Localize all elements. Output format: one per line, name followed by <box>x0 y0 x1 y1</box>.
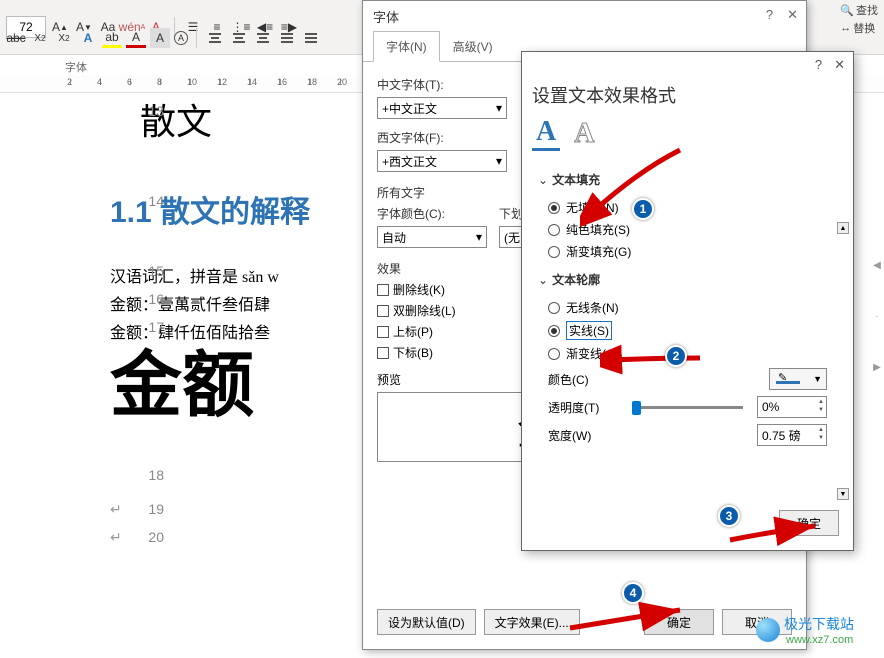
replace-button[interactable]: ↔替换 <box>840 20 878 36</box>
effects-tab-icon[interactable]: A <box>574 118 594 150</box>
ok-button[interactable]: 确定 <box>779 510 839 536</box>
replace-icon: ↔ <box>840 22 851 34</box>
align-distribute-icon[interactable] <box>301 28 321 48</box>
line-number: 14 <box>140 193 164 209</box>
close-icon[interactable]: ✕ <box>787 7 798 23</box>
line-number: 16 <box>140 291 164 307</box>
callout-1: 1 <box>632 198 654 220</box>
line-number: 19 <box>140 501 164 517</box>
gradient-line-radio[interactable]: 渐变线(G) <box>548 345 837 362</box>
align-right-icon[interactable] <box>253 28 273 48</box>
transparency-spinner[interactable]: 0%▲▼ <box>757 396 827 418</box>
dialog-title: 字体 <box>373 7 399 26</box>
watermark-url: www.xz7.com <box>786 634 854 646</box>
superscript-icon[interactable]: X2 <box>54 28 74 48</box>
right-scroll-area: ◀·▶ <box>870 260 884 373</box>
chevron-down-icon: ▼ <box>813 374 822 384</box>
outline-color-button[interactable]: ✎▼ <box>769 368 827 390</box>
text-fill-section[interactable]: ⌄文本填充 <box>538 165 837 194</box>
highlight-icon[interactable]: ab <box>102 28 122 48</box>
dialog2-title: 设置文本效果格式 <box>522 78 853 116</box>
help-icon[interactable]: ? <box>766 7 773 23</box>
line-number: 15 <box>140 263 164 279</box>
width-spinner[interactable]: 0.75 磅▲▼ <box>757 424 827 446</box>
chevron-down-icon: ▾ <box>476 230 482 244</box>
no-line-radio[interactable]: 无线条(N) <box>548 299 837 316</box>
latin-font-combo[interactable]: +西文正文▾ <box>377 150 507 172</box>
solid-line-radio[interactable]: 实线(S) <box>548 321 837 340</box>
callout-3: 3 <box>718 505 740 527</box>
font-color-label: 字体颜色(C): <box>377 205 487 222</box>
globe-icon <box>756 618 780 642</box>
help-icon[interactable]: ? <box>815 57 822 73</box>
transparency-slider[interactable] <box>632 406 743 409</box>
chevron-down-icon: ▾ <box>496 101 502 115</box>
align-center-icon[interactable] <box>229 28 249 48</box>
chevron-down-icon: ⌄ <box>538 273 548 287</box>
set-default-button[interactable]: 设为默认值(D) <box>377 609 476 635</box>
watermark: 极光下载站 www.xz7.com <box>756 614 854 646</box>
strikethrough-icon[interactable]: abc <box>6 28 26 48</box>
chevron-down-icon: ⌄ <box>538 173 548 187</box>
no-fill-radio[interactable]: 无填充(N) <box>548 199 837 216</box>
callout-4: 4 <box>622 582 644 604</box>
solid-fill-radio[interactable]: 纯色填充(S) <box>548 221 837 238</box>
text-outline-section[interactable]: ⌄文本轮廓 <box>538 265 837 294</box>
scroll-down-icon[interactable]: ▼ <box>837 488 849 500</box>
width-label: 宽度(W) <box>548 427 618 444</box>
align-justify-icon[interactable] <box>277 28 297 48</box>
char-shading-icon[interactable]: A <box>150 28 170 48</box>
callout-2: 2 <box>665 345 687 367</box>
vertical-scrollbar[interactable]: ▲ ▼ <box>837 222 849 500</box>
chevron-down-icon: ▾ <box>496 154 502 168</box>
ribbon-group-label: 字体 <box>65 59 87 75</box>
find-button[interactable]: 🔍查找 <box>840 2 878 18</box>
ok-button[interactable]: 确定 <box>644 609 714 635</box>
fill-outline-tab-icon[interactable]: A <box>532 116 560 151</box>
close-icon[interactable]: ✕ <box>834 57 845 73</box>
dialog-titlebar[interactable]: 字体 ? ✕ <box>363 1 806 31</box>
dialog2-titlebar[interactable]: ? ✕ <box>522 52 853 78</box>
tab-advanced[interactable]: 高级(V) <box>440 31 506 62</box>
font-color-icon[interactable]: A <box>126 28 146 48</box>
line-number: 20 <box>140 529 164 545</box>
search-icon: 🔍 <box>840 4 854 17</box>
font-color-combo[interactable]: 自动▾ <box>377 226 487 248</box>
color-label: 颜色(C) <box>548 371 618 388</box>
subscript-icon[interactable]: X2 <box>30 28 50 48</box>
tab-font[interactable]: 字体(N) <box>373 31 440 62</box>
text-effects-button[interactable]: 文字效果(E)... <box>484 609 580 635</box>
text-effects-dialog: ? ✕ 设置文本效果格式 A A ⌄文本填充 无填充(N) 纯色填充(S) 渐变… <box>521 51 854 551</box>
enclose-char-icon[interactable]: A <box>174 31 188 45</box>
watermark-text: 极光下载站 <box>784 614 854 634</box>
scroll-up-icon[interactable]: ▲ <box>837 222 849 234</box>
line-number: 13 <box>140 103 164 119</box>
line-number: 17 <box>140 319 164 335</box>
align-left-icon[interactable] <box>205 28 225 48</box>
text-effects-icon[interactable]: A <box>78 28 98 48</box>
cjk-font-combo[interactable]: +中文正文▾ <box>377 97 507 119</box>
line-number: 18 <box>140 467 164 483</box>
transparency-label: 透明度(T) <box>548 399 618 416</box>
gradient-fill-radio[interactable]: 渐变填充(G) <box>548 243 837 260</box>
